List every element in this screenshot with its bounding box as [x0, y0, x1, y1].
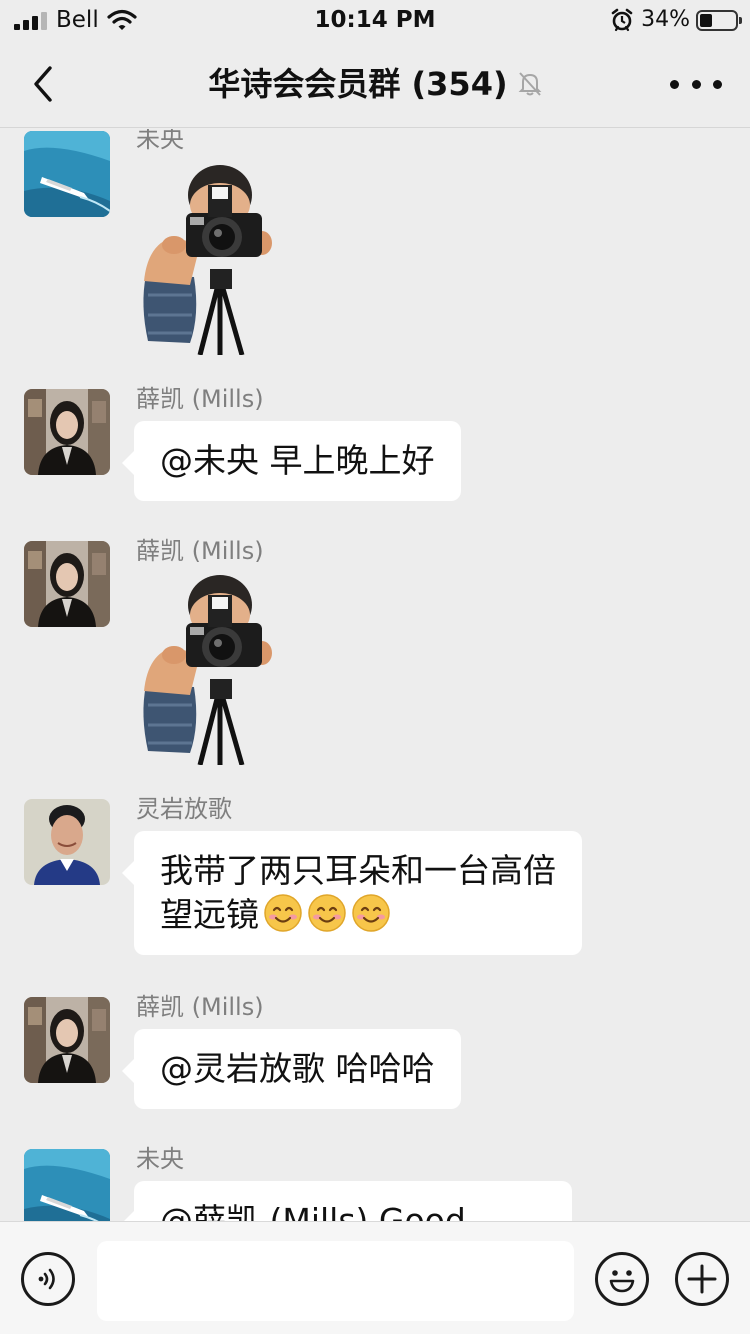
- emoji-button[interactable]: [595, 1252, 649, 1306]
- message-list[interactable]: 未央 薛凯 (Mills) @未央 早上晚上好 薛凯 (Mills) 灵岩放歌 …: [0, 129, 750, 1221]
- smiling-face-emoji-icon: [307, 893, 347, 933]
- photographer-kid-sticker[interactable]: [134, 575, 278, 765]
- sender-name: 灵岩放歌: [136, 795, 232, 823]
- message-bubble[interactable]: @灵岩放歌 哈哈哈: [122, 1029, 461, 1109]
- plus-button[interactable]: [675, 1252, 729, 1306]
- battery-level-fill: [700, 13, 712, 27]
- sender-name: 薛凯 (Mills): [136, 537, 264, 565]
- smiling-face-emoji-icon: [263, 893, 303, 933]
- message-text: 望远镜: [160, 895, 259, 934]
- battery-percent: 34%: [641, 7, 690, 32]
- message-text: @未央 早上晚上好: [160, 441, 435, 480]
- battery-icon: [696, 9, 742, 31]
- more-options-button[interactable]: [670, 72, 722, 96]
- message-text-line: 我带了两只耳朵和一台高倍: [160, 851, 556, 890]
- sender-name: 未央: [136, 129, 184, 153]
- chat-title: 华诗会会员群 (354): [208, 65, 508, 103]
- voice-button[interactable]: [21, 1252, 75, 1306]
- status-right: 34%: [611, 7, 742, 33]
- woman-portrait-avatar[interactable]: [24, 997, 110, 1083]
- voice-icon: [38, 1268, 55, 1290]
- plus-icon: [687, 1264, 717, 1294]
- message-bubble[interactable]: @未央 早上晚上好: [122, 421, 461, 501]
- sender-name: 薛凯 (Mills): [136, 993, 264, 1021]
- message-bubble[interactable]: @薛凯 (Mills) Good: [122, 1181, 572, 1221]
- message-text-line: 望远镜: [160, 893, 556, 937]
- boat-avatar[interactable]: [24, 131, 110, 217]
- photographer-kid-sticker[interactable]: [134, 165, 278, 355]
- chat-title-area[interactable]: 华诗会会员群 (354): [0, 64, 750, 104]
- woman-portrait-avatar[interactable]: [24, 389, 110, 475]
- more-dots-icon: [670, 79, 679, 89]
- boat-avatar[interactable]: [24, 1149, 110, 1221]
- message-text: @薛凯 (Mills) Good: [160, 1201, 466, 1221]
- smiling-face-emoji-icon: [351, 893, 391, 933]
- sender-name: 未央: [136, 1145, 184, 1173]
- message-text: @灵岩放歌 哈哈哈: [160, 1049, 435, 1088]
- man-portrait-avatar[interactable]: [24, 799, 110, 885]
- emoji-icon: [609, 1270, 635, 1293]
- bell-muted-icon: [518, 72, 542, 96]
- chat-header: 华诗会会员群 (354): [0, 40, 750, 128]
- alarm-icon: [611, 8, 633, 32]
- status-bar: Bell 10:14 PM 34%: [0, 0, 750, 40]
- message-bubble[interactable]: 我带了两只耳朵和一台高倍 望远镜: [122, 831, 582, 955]
- message-input[interactable]: [97, 1241, 574, 1321]
- input-bar: [0, 1221, 750, 1334]
- sender-name: 薛凯 (Mills): [136, 385, 264, 413]
- woman-portrait-avatar[interactable]: [24, 541, 110, 627]
